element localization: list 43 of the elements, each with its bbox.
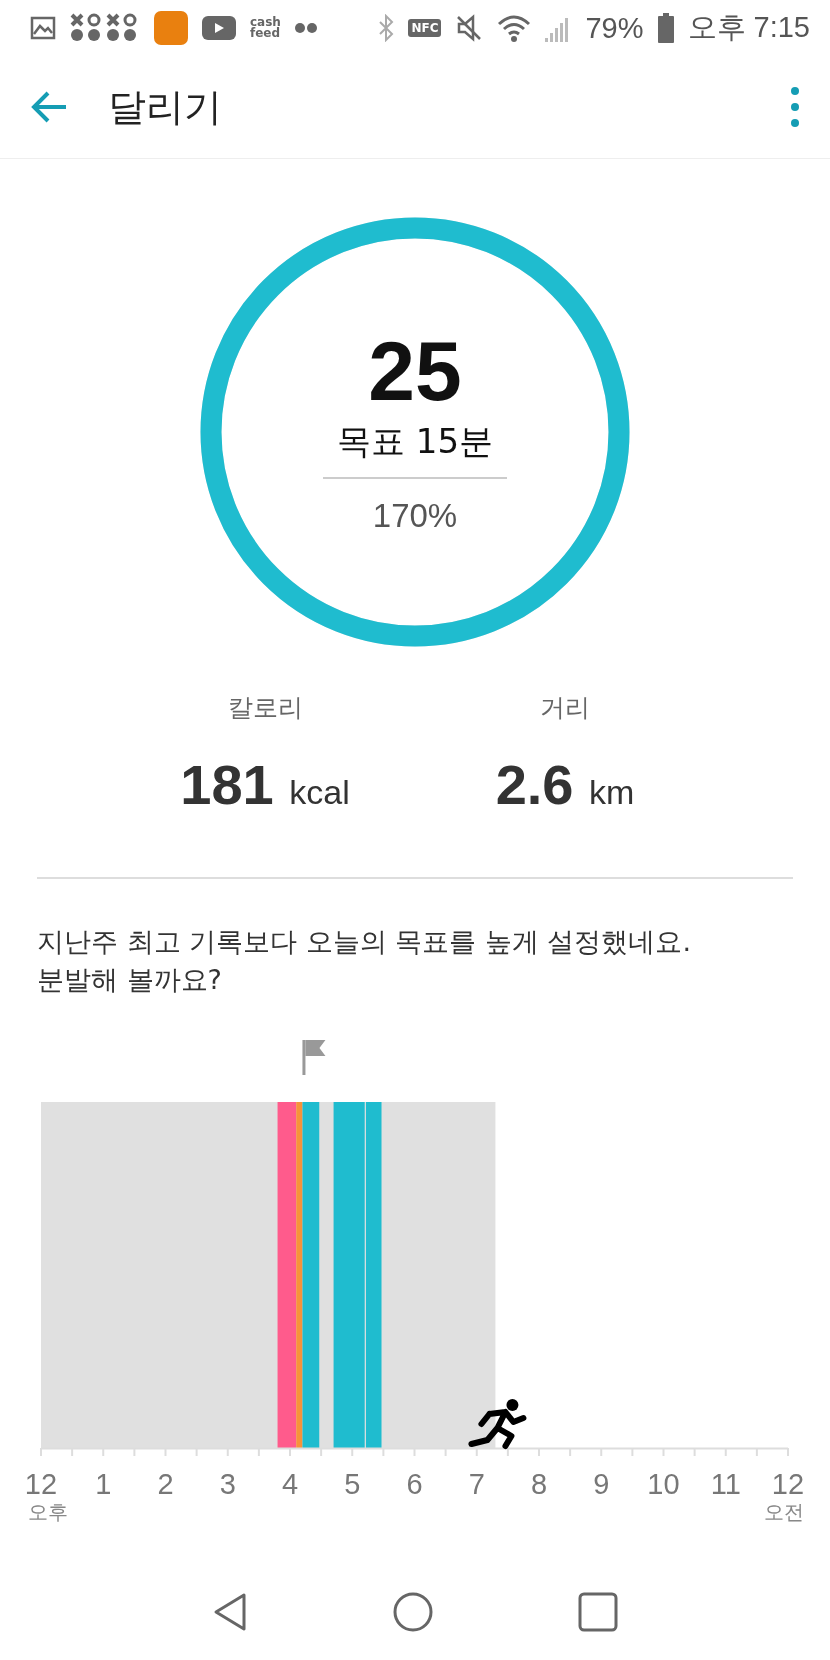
hour-label: 3	[219, 1468, 236, 1499]
hour-label: 12	[24, 1468, 58, 1499]
hour-label: 6	[406, 1468, 423, 1499]
bluetooth-icon	[378, 14, 395, 42]
battery-percent: 79%	[585, 11, 644, 45]
screen-title: 달리기	[108, 83, 223, 131]
hour-label: 4	[281, 1468, 299, 1499]
runner-icon	[468, 1399, 527, 1449]
duration-value: 25	[368, 329, 462, 413]
hour-label: 10	[647, 1468, 680, 1499]
hour-label: 2	[157, 1468, 174, 1499]
clock: 오후 7:15	[687, 10, 810, 45]
hour-label: 9	[593, 1468, 610, 1499]
battery-icon	[657, 13, 674, 43]
wifi-icon	[497, 14, 532, 42]
period-label: 오후	[28, 1499, 68, 1526]
hour-label: 5	[344, 1468, 361, 1499]
period-label: 오전	[764, 1499, 804, 1526]
hour-label: 12	[771, 1468, 805, 1499]
more-options-button[interactable]	[790, 86, 800, 128]
encouragement-message: 지난주 최고 기록보다 오늘의 목표를 높게 설정했네요. 분발해 볼까요?	[37, 925, 693, 997]
back-nav-button[interactable]	[212, 1592, 249, 1632]
recent-apps-button[interactable]	[577, 1592, 618, 1632]
home-button[interactable]	[393, 1592, 433, 1632]
stat-value: 2.6 km	[495, 752, 635, 817]
gallery-icon	[30, 16, 56, 40]
logo-text: cash	[250, 17, 281, 28]
stat-label: 칼로리	[227, 692, 303, 724]
hour-label: 11	[710, 1468, 741, 1499]
hour-label: 7	[468, 1468, 485, 1499]
hour-label: 8	[530, 1468, 548, 1499]
back-button[interactable]	[30, 90, 68, 124]
logo-text: feed	[250, 28, 281, 39]
video-app-icon	[202, 16, 236, 40]
goal-percent: 170%	[372, 497, 458, 535]
nfc-indicator: NFC	[408, 19, 442, 37]
stat-label: 거리	[540, 692, 590, 724]
stat-value: 181 kcal	[180, 752, 350, 817]
more-dots-icon	[294, 23, 317, 33]
goal-label: 목표 15분	[322, 413, 508, 479]
app-icon	[154, 11, 188, 45]
hour-label: 1	[95, 1468, 112, 1499]
flag-icon	[302, 1040, 326, 1075]
